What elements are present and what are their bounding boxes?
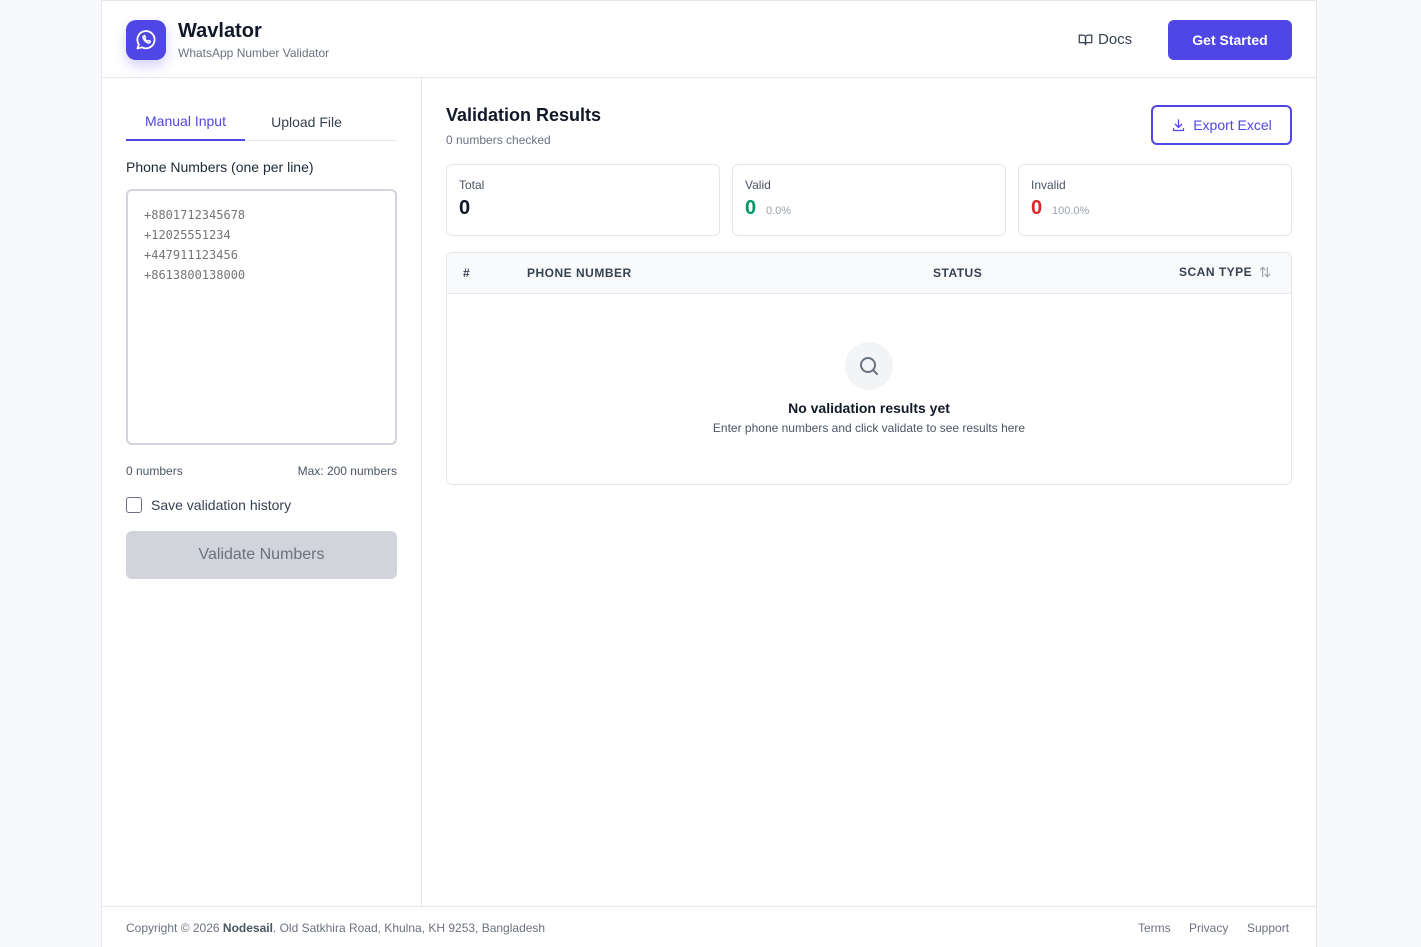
- results-table: # PHONE NUMBER STATUS SCAN TYPE No valid…: [446, 252, 1292, 485]
- tab-manual-input[interactable]: Manual Input: [126, 103, 245, 141]
- copyright-prefix: Copyright © 2026: [126, 921, 220, 935]
- docs-link[interactable]: Docs: [1078, 31, 1132, 48]
- results-title: Validation Results: [446, 105, 602, 125]
- book-icon: [1078, 34, 1093, 46]
- validate-numbers-button[interactable]: Validate Numbers: [126, 531, 397, 579]
- search-icon: [845, 342, 893, 390]
- column-status: STATUS: [933, 266, 983, 280]
- empty-state-subtitle: Enter phone numbers and click validate t…: [712, 421, 1026, 435]
- stat-percent: 100.0%: [1052, 205, 1090, 217]
- whatsapp-logo-icon: [126, 20, 166, 60]
- results-panel: Validation Results 0 numbers checked Exp…: [422, 78, 1318, 906]
- table-header: # PHONE NUMBER STATUS SCAN TYPE: [447, 253, 1291, 294]
- stat-label: Total: [459, 178, 485, 192]
- stat-card-valid: Valid 0 0.0%: [732, 164, 1006, 236]
- terms-link[interactable]: Terms: [1138, 921, 1171, 935]
- company-name: Nodesail: [222, 921, 273, 935]
- input-panel: Manual Input Upload File Phone Numbers (…: [102, 78, 422, 906]
- results-subtitle: 0 numbers checked: [446, 133, 551, 147]
- tab-upload-file[interactable]: Upload File: [255, 103, 358, 141]
- stat-value: 0: [459, 197, 471, 219]
- download-icon: [1173, 118, 1185, 131]
- scan-type-label: SCAN TYPE: [1179, 265, 1253, 279]
- save-history-checkbox[interactable]: [126, 497, 142, 513]
- empty-state-title: No validation results yet: [788, 400, 950, 416]
- privacy-link[interactable]: Privacy: [1189, 921, 1228, 935]
- company-address: . Old Satkhira Road, Khulna, KH 9253, Ba…: [272, 921, 546, 935]
- stat-value: 0: [745, 197, 757, 219]
- get-started-button[interactable]: Get Started: [1168, 20, 1292, 60]
- top-header: Wavlator WhatsApp Number Validator Docs …: [102, 0, 1316, 78]
- export-excel-label: Export Excel: [1193, 117, 1272, 133]
- number-count: 0 numbers: [126, 464, 183, 478]
- stat-value: 0: [1031, 197, 1043, 219]
- save-history-label: Save validation history: [151, 497, 292, 513]
- stat-card-invalid: Invalid 0 100.0%: [1018, 164, 1292, 236]
- copyright-text: Copyright © 2026 Nodesail. Old Satkhira …: [126, 921, 545, 935]
- column-scan-type[interactable]: SCAN TYPE: [1179, 265, 1272, 279]
- support-link[interactable]: Support: [1247, 921, 1289, 935]
- app-subtitle: WhatsApp Number Validator: [178, 46, 330, 60]
- sort-icon: [1259, 266, 1271, 278]
- column-phone-number: PHONE NUMBER: [527, 266, 632, 280]
- docs-label: Docs: [1098, 31, 1133, 48]
- max-numbers: Max: 200 numbers: [297, 464, 397, 478]
- stat-label: Valid: [745, 178, 771, 192]
- stat-card-total: Total 0: [446, 164, 720, 236]
- export-excel-button[interactable]: Export Excel: [1151, 105, 1292, 145]
- phone-numbers-label: Phone Numbers (one per line): [126, 159, 314, 175]
- footer: Copyright © 2026 Nodesail. Old Satkhira …: [102, 906, 1316, 947]
- input-tabs: Manual Input Upload File: [126, 103, 397, 141]
- save-history-row[interactable]: Save validation history: [126, 497, 291, 513]
- column-index: #: [463, 266, 471, 280]
- stat-percent: 0.0%: [766, 205, 792, 217]
- app-frame: Wavlator WhatsApp Number Validator Docs …: [101, 0, 1317, 947]
- phone-numbers-input[interactable]: [126, 189, 397, 445]
- stat-label: Invalid: [1031, 178, 1066, 192]
- app-name: Wavlator: [178, 20, 262, 42]
